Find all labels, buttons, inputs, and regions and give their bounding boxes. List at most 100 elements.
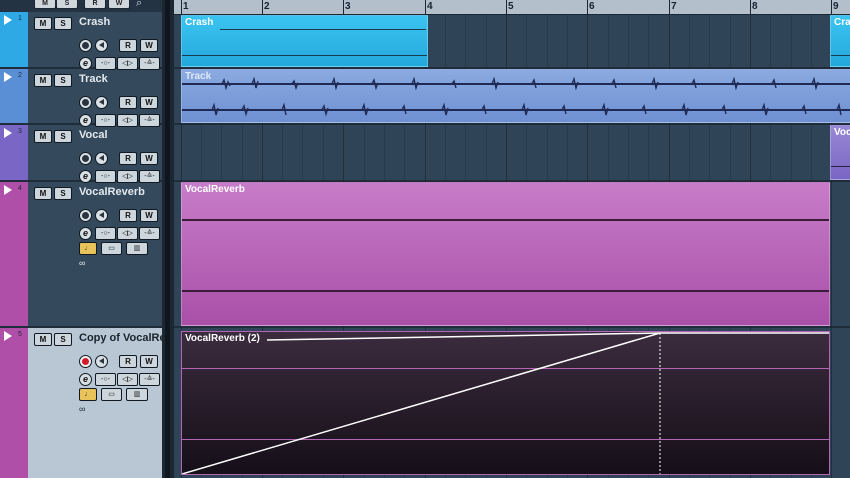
track-name[interactable]: VocalReverb: [79, 186, 162, 198]
track-expand-icon[interactable]: [4, 72, 12, 82]
lane-display-button[interactable]: ▥: [126, 242, 148, 255]
mute-button[interactable]: M: [34, 74, 52, 87]
edit-channel-button[interactable]: e: [79, 227, 92, 240]
event-name: VocalReverb: [185, 184, 245, 195]
ruler-bar-5: 5: [508, 1, 514, 12]
ruler-bar-7: 7: [671, 1, 677, 12]
edit-channel-button[interactable]: e: [79, 373, 92, 386]
track-row-track[interactable]: 2 M S Track R W e -○- ◁▷ -≙-: [0, 69, 162, 127]
audio-event-vocalreverb-2[interactable]: VocalReverb (2): [181, 331, 830, 475]
monitor-button[interactable]: [95, 152, 108, 165]
track-expand-icon[interactable]: [4, 185, 12, 195]
event-name: Cra: [834, 17, 850, 28]
waveform: [182, 76, 850, 117]
write-automation-button[interactable]: W: [140, 96, 158, 109]
solo-button[interactable]: S: [54, 17, 72, 30]
track-number: 4: [18, 185, 22, 192]
record-enable-button[interactable]: [79, 96, 92, 109]
audio-event-vocal[interactable]: Voc: [830, 125, 850, 180]
ruler-bar-2: 2: [264, 1, 270, 12]
track-expand-icon[interactable]: [4, 15, 12, 25]
tracklist-divider[interactable]: [162, 0, 174, 478]
record-enable-button[interactable]: [79, 209, 92, 222]
track-name[interactable]: Vocal: [79, 129, 162, 141]
write-automation-button[interactable]: W: [140, 39, 158, 52]
send-button[interactable]: -≙-: [139, 227, 160, 240]
audio-event-track[interactable]: Track: [181, 69, 850, 123]
volume-envelope[interactable]: [182, 332, 830, 475]
musical-mode-button[interactable]: ♩: [79, 388, 97, 401]
solo-button[interactable]: S: [54, 333, 72, 346]
read-automation-button[interactable]: R: [119, 39, 137, 52]
track-expand-icon[interactable]: [4, 128, 12, 138]
project-event-display[interactable]: Crash Cra Track Voc VocalReverb VocalRev…: [174, 15, 850, 478]
track-color-stripe: 4: [0, 182, 28, 326]
insert-button[interactable]: -○-: [95, 227, 116, 240]
solo-button[interactable]: S: [54, 130, 72, 143]
track-list: M S R W ⌕ 1 M S Crash R W e -○- ◁▷ -≙- 2…: [0, 0, 162, 478]
read-automation-button[interactable]: R: [119, 355, 137, 368]
monitor-button[interactable]: [95, 96, 108, 109]
audio-event-crash-2[interactable]: Cra: [830, 15, 850, 67]
chain-link-icon[interactable]: ∞: [79, 258, 85, 268]
read-automation-button[interactable]: R: [119, 96, 137, 109]
global-write-button[interactable]: W: [108, 0, 130, 9]
solo-button[interactable]: S: [54, 74, 72, 87]
track-color-stripe: 2: [0, 69, 28, 123]
solo-button[interactable]: S: [54, 187, 72, 200]
track-color-stripe: 1: [0, 12, 28, 67]
global-solo-button[interactable]: S: [56, 0, 78, 9]
track-row-vocalreverb[interactable]: 4 M S VocalReverb R W e -○- ◁▷ -≙- ♩ ▭ ▥…: [0, 182, 162, 328]
mute-button[interactable]: M: [34, 333, 52, 346]
write-automation-button[interactable]: W: [140, 152, 158, 165]
track-name[interactable]: Track: [79, 73, 162, 85]
track-number: 1: [18, 15, 22, 22]
event-name: Voc: [834, 127, 850, 138]
ruler-bar-6: 6: [589, 1, 595, 12]
record-enable-button[interactable]: [79, 39, 92, 52]
lane-display-button[interactable]: ▥: [126, 388, 148, 401]
read-automation-button[interactable]: R: [119, 152, 137, 165]
write-automation-button[interactable]: W: [140, 209, 158, 222]
track-number: 5: [18, 331, 22, 338]
mute-button[interactable]: M: [34, 187, 52, 200]
eq-button[interactable]: ◁▷: [117, 227, 138, 240]
ruler-bar-8: 8: [752, 1, 758, 12]
monitor-button[interactable]: [95, 39, 108, 52]
send-button[interactable]: -≙-: [139, 373, 160, 386]
track-name[interactable]: Crash: [79, 16, 162, 28]
track-row-crash[interactable]: 1 M S Crash R W e -○- ◁▷ -≙-: [0, 12, 162, 70]
event-name: Crash: [185, 17, 214, 28]
insert-button[interactable]: -○-: [95, 373, 116, 386]
record-enable-button[interactable]: [79, 152, 92, 165]
track-row-vocal[interactable]: 3 M S Vocal R W e -○- ◁▷ -≙-: [0, 125, 162, 183]
eq-button[interactable]: ◁▷: [117, 373, 138, 386]
record-enable-button[interactable]: [79, 355, 92, 368]
global-read-button[interactable]: R: [84, 0, 106, 9]
track-list-toolbar: M S R W ⌕: [0, 0, 162, 12]
read-automation-button[interactable]: R: [119, 209, 137, 222]
audio-event-crash[interactable]: Crash: [181, 15, 428, 67]
timeline-ruler[interactable]: 1 2 3 4 5 6 7 8 9: [174, 0, 850, 15]
track-number: 3: [18, 128, 22, 135]
ruler-bar-1: 1: [183, 1, 189, 12]
folder-icon[interactable]: ▭: [101, 242, 122, 255]
chain-link-icon[interactable]: ∞: [79, 404, 85, 414]
track-expand-icon[interactable]: [4, 331, 12, 341]
track-name[interactable]: Copy of VocalReverb: [79, 332, 162, 344]
ruler-bar-3: 3: [345, 1, 351, 12]
lane-vocal[interactable]: [174, 125, 850, 182]
mute-button[interactable]: M: [34, 17, 52, 30]
search-icon[interactable]: ⌕: [136, 0, 142, 10]
global-mute-button[interactable]: M: [34, 0, 56, 9]
musical-mode-button[interactable]: ♩: [79, 242, 97, 255]
monitor-button[interactable]: [95, 355, 108, 368]
ruler-bar-4: 4: [427, 1, 433, 12]
track-number: 2: [18, 72, 22, 79]
mute-button[interactable]: M: [34, 130, 52, 143]
folder-icon[interactable]: ▭: [101, 388, 122, 401]
track-row-copy-of-vocalreverb[interactable]: 5 M S Copy of VocalReverb R W e -○- ◁▷ -…: [0, 328, 162, 478]
monitor-button[interactable]: [95, 209, 108, 222]
write-automation-button[interactable]: W: [140, 355, 158, 368]
audio-event-vocalreverb[interactable]: VocalReverb: [181, 182, 830, 326]
